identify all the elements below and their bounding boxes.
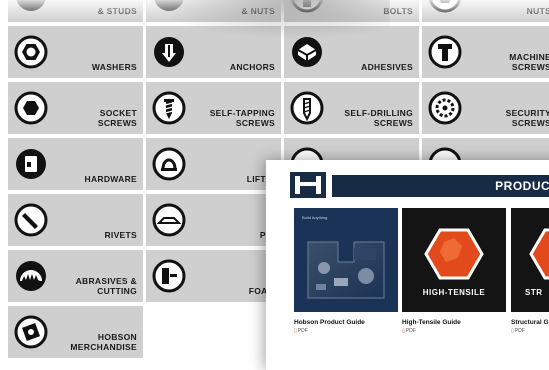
category-tile-self-drilling-screws[interactable]: SELF-DRILLING SCREWS <box>284 82 419 134</box>
hobson-logo-icon <box>290 172 326 198</box>
guide-card-structural[interactable]: STR <box>511 208 549 312</box>
studs-icon <box>16 0 46 11</box>
guide-caption[interactable]: High-Tensile Guide <box>402 319 461 326</box>
category-label: MACHINE SCREWS <box>509 52 549 72</box>
pdf-icon: ▯ <box>294 328 297 334</box>
washer-icon <box>14 35 48 69</box>
merchandise-icon <box>14 315 48 349</box>
cover-text: STR <box>525 288 543 297</box>
pdf-icon: ▯ <box>511 328 514 334</box>
category-tile-socket-screws[interactable]: SOCKET SCREWS <box>8 82 143 134</box>
modal-header: PRODUCT <box>266 160 549 204</box>
category-tile-washers[interactable]: WASHERS <box>8 26 143 78</box>
bolt-icon <box>290 0 324 13</box>
machine-screw-icon <box>428 35 462 69</box>
category-tile-pins[interactable]: PIN <box>146 194 281 246</box>
category-tile-abrasives-cutting[interactable]: ABRASIVES & CUTTING <box>8 250 143 302</box>
category-label: SECURITY SCREWS <box>505 108 549 128</box>
category-label: & NUTS <box>241 6 275 16</box>
pdf-badge[interactable]: ▯PDF <box>294 328 308 334</box>
category-tile-studs[interactable]: & STUDS <box>8 0 143 22</box>
category-tile-rivets[interactable]: RIVETS <box>8 194 143 246</box>
category-tile-self-tapping-screws[interactable]: SELF-TAPPING SCREWS <box>146 82 281 134</box>
self-drilling-screw-icon <box>290 91 324 125</box>
security-screw-icon <box>428 91 462 125</box>
lifting-icon <box>152 147 186 181</box>
category-label: ADHESIVES <box>361 62 413 72</box>
category-tile-hardware[interactable]: HARDWARE <box>8 138 143 190</box>
category-tile-hobson-merchandise[interactable]: HOBSON MERCHANDISE <box>8 306 143 358</box>
self-tapping-screw-icon <box>152 91 186 125</box>
category-tile-nuts-partial[interactable]: & NUTS <box>146 0 281 22</box>
category-label: HOBSON MERCHANDISE <box>70 332 137 352</box>
hardware-icon <box>16 149 46 179</box>
category-label: ABRASIVES & CUTTING <box>75 276 137 296</box>
guide-card-high-tensile[interactable]: HIGH-TENSILE <box>402 208 506 312</box>
category-label: RIVETS <box>104 230 137 240</box>
category-label: ANCHORS <box>229 62 275 72</box>
category-tile-adhesives[interactable]: ADHESIVES <box>284 26 419 78</box>
category-label: & STUDS <box>97 6 137 16</box>
nut-icon <box>428 0 462 13</box>
rivet-icon <box>14 203 48 237</box>
category-tile-foam[interactable]: FOAM <box>146 250 281 302</box>
nuts-icon <box>154 0 184 11</box>
adhesive-icon <box>292 37 322 67</box>
category-label: WASHERS <box>91 62 137 72</box>
product-guides-modal: PRODUCT Build Anything Hobson Product Gu… <box>266 160 549 370</box>
category-label: BOLTS <box>383 6 413 16</box>
foam-icon <box>152 259 186 293</box>
guide-caption[interactable]: Structural G <box>511 319 549 326</box>
category-tile-lifting[interactable]: LIFTIN <box>146 138 281 190</box>
category-tile-bolts[interactable]: BOLTS <box>284 0 419 22</box>
socket-screw-icon <box>14 91 48 125</box>
cover-text: HIGH-TENSILE <box>422 288 486 297</box>
category-tile-machine-screws[interactable]: MACHINE SCREWS <box>422 26 549 78</box>
guide-caption[interactable]: Hobson Product Guide <box>294 319 365 326</box>
anchor-icon <box>154 37 184 67</box>
category-label: SOCKET SCREWS <box>97 108 137 128</box>
category-tile-security-screws[interactable]: SECURITY SCREWS <box>422 82 549 134</box>
category-label: HARDWARE <box>84 174 137 184</box>
category-label: SELF-DRILLING SCREWS <box>344 108 413 128</box>
abrasive-icon <box>16 261 46 291</box>
category-label: SELF-TAPPING SCREWS <box>209 108 275 128</box>
pdf-badge[interactable]: ▯PDF <box>402 328 416 334</box>
modal-title-bar: PRODUCT <box>332 175 549 197</box>
pdf-badge[interactable]: ▯PDF <box>511 328 525 334</box>
category-tile-anchors[interactable]: ANCHORS <box>146 26 281 78</box>
guide-card-hobson-product-guide[interactable]: Build Anything <box>294 208 398 312</box>
category-tile-nuts[interactable]: NUTS <box>422 0 549 22</box>
category-label: NUTS <box>526 6 549 16</box>
cover-tagline: Build Anything <box>302 215 328 220</box>
product-guide-cover-image <box>307 241 385 299</box>
modal-title: PRODUCT <box>495 179 549 193</box>
pin-icon <box>152 203 186 237</box>
pdf-icon: ▯ <box>402 328 405 334</box>
